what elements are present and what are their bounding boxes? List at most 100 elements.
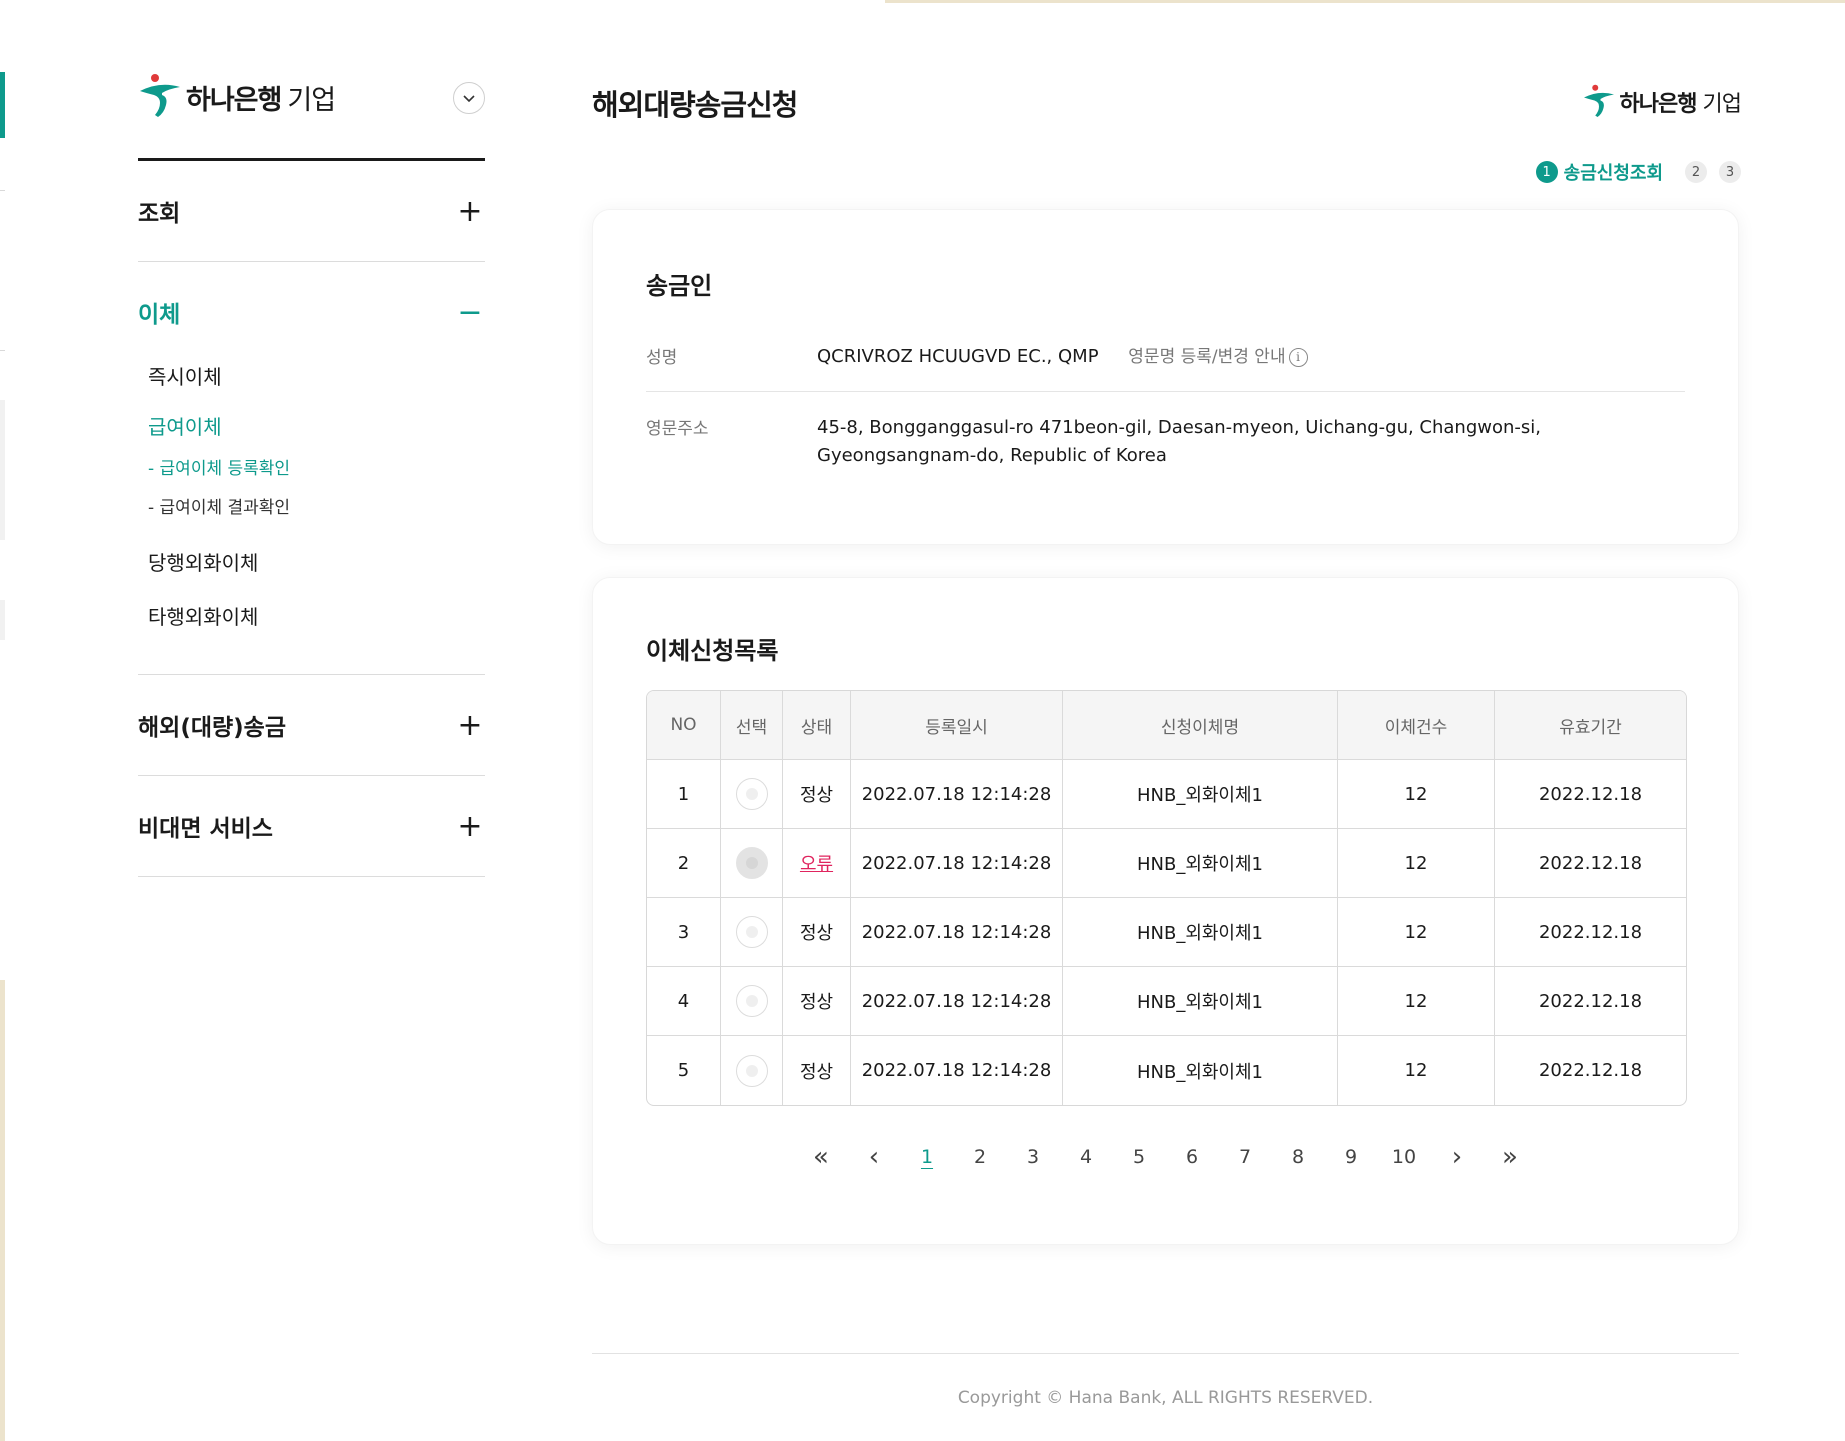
table-row: 4 정상 2022.07.18 12:14:28 HNB_외화이체1 12 20… — [647, 967, 1686, 1036]
edge-decoration — [0, 400, 5, 540]
sender-address-line1: 45-8, Bongganggasul-ro 471beon-gil, Daes… — [817, 417, 1541, 438]
row-count: 12 — [1338, 1036, 1495, 1105]
row-count: 12 — [1338, 760, 1495, 829]
table-row: 5 정상 2022.07.18 12:14:28 HNB_외화이체1 12 20… — [647, 1036, 1686, 1105]
last-page-icon[interactable]: » — [1484, 1142, 1537, 1172]
menu-header-overseas[interactable]: 해외(대량)송금 + — [138, 675, 485, 775]
brand-name: 하나은행 — [1619, 92, 1698, 117]
menu-label: 이체 — [138, 302, 181, 328]
submenu-item-payroll-registration[interactable]: - 급여이체 등록확인 — [148, 450, 485, 489]
page-link-current[interactable]: 1 — [901, 1146, 954, 1168]
row-number: 5 — [647, 1036, 721, 1105]
first-page-icon[interactable]: « — [795, 1142, 848, 1172]
info-icon: i — [1288, 347, 1308, 367]
edge-decoration — [0, 600, 5, 640]
row-count: 12 — [1338, 898, 1495, 967]
row-number: 4 — [647, 967, 721, 1036]
page-link[interactable]: 8 — [1272, 1146, 1325, 1168]
row-transfer-name: HNB_외화이체1 — [1063, 760, 1338, 829]
row-valid-until: 2022.12.18 — [1495, 760, 1686, 829]
table-row: 3 정상 2022.07.18 12:14:28 HNB_외화이체1 12 20… — [647, 898, 1686, 967]
footer-divider — [592, 1353, 1739, 1354]
edge-decoration — [885, 0, 1845, 3]
menu-header-contactless[interactable]: 비대면 서비스 + — [138, 776, 485, 876]
sender-name-row: 성명 QCRIVROZ HCUUGVD EC., QMP 영문명 등록/변경 안… — [646, 343, 1685, 371]
menu-toggle-button[interactable] — [453, 82, 485, 114]
transfer-list-card: 이체신청목록 NO 선택 상태 등록일시 신청이체명 이체건수 유효기간 1 정… — [592, 577, 1739, 1245]
page-link[interactable]: 7 — [1219, 1146, 1272, 1168]
row-count: 12 — [1338, 829, 1495, 898]
row-number: 1 — [647, 760, 721, 829]
page-link[interactable]: 2 — [954, 1146, 1007, 1168]
page-link[interactable]: 5 — [1113, 1146, 1166, 1168]
select-radio[interactable] — [735, 1054, 768, 1087]
submenu-item-internal-fx[interactable]: 당행외화이체 — [148, 536, 485, 590]
sender-name-label: 성명 — [646, 348, 678, 368]
copyright-text: Copyright © Hana Bank, ALL RIGHTS RESERV… — [957, 1388, 1374, 1408]
row-status: 정상 — [783, 967, 851, 1036]
sidebar: 하나은행 기업 조회 + 이체 − 즉시이체 급여이체 - 급여이체 등록확인 -… — [138, 70, 485, 877]
row-status: 정상 — [783, 898, 851, 967]
row-valid-until: 2022.12.18 — [1495, 829, 1686, 898]
row-status: 정상 — [783, 1036, 851, 1105]
row-status: 정상 — [783, 760, 851, 829]
prev-page-icon[interactable]: ‹ — [848, 1142, 901, 1172]
edge-decoration — [0, 72, 5, 138]
row-transfer-name: HNB_외화이체1 — [1063, 829, 1338, 898]
column-header: NO — [647, 691, 721, 760]
hana-logo-icon — [140, 74, 180, 117]
sender-address-line2: Gyeongsangnam-do, Republic of Korea — [817, 445, 1167, 466]
submenu-transfer: 즉시이체 급여이체 - 급여이체 등록확인 - 급여이체 결과확인 당행외화이체… — [138, 350, 485, 674]
row-valid-until: 2022.12.18 — [1495, 898, 1686, 967]
table-header-row: NO 선택 상태 등록일시 신청이체명 이체건수 유효기간 — [647, 691, 1686, 760]
page-title: 해외대량송금신청 — [592, 88, 798, 122]
row-count: 12 — [1338, 967, 1495, 1036]
sender-card: 송금인 성명 QCRIVROZ HCUUGVD EC., QMP 영문명 등록/… — [592, 209, 1739, 545]
sender-name-value: QCRIVROZ HCUUGVD EC., QMP — [817, 346, 1099, 367]
sender-address-label: 영문주소 — [646, 419, 709, 439]
page-link[interactable]: 4 — [1060, 1146, 1113, 1168]
column-header: 이체건수 — [1338, 691, 1495, 760]
row-valid-until: 2022.12.18 — [1495, 967, 1686, 1036]
plus-icon: + — [457, 707, 483, 743]
select-radio[interactable] — [735, 985, 768, 1017]
select-radio[interactable] — [735, 916, 768, 948]
menu-section-inquiry: 조회 + — [138, 161, 485, 262]
row-status-error-link[interactable]: 오류 — [800, 854, 833, 875]
select-radio[interactable] — [735, 778, 768, 810]
submenu-item-instant-transfer[interactable]: 즉시이체 — [148, 350, 485, 404]
pagination: « ‹ 1 2 3 4 5 6 7 8 9 10 › » — [593, 1142, 1738, 1172]
row-registered: 2022.07.18 12:14:28 — [851, 829, 1063, 898]
column-header: 상태 — [783, 691, 851, 760]
brand-suffix: 기업 — [287, 84, 336, 116]
step-number: 2 — [1685, 161, 1707, 183]
step-indicator: 1 송금신청조회 2 3 — [1535, 159, 1741, 185]
page-link[interactable]: 10 — [1378, 1146, 1431, 1168]
page-link[interactable]: 9 — [1325, 1146, 1378, 1168]
english-name-guide-label: 영문명 등록/변경 안내 — [1128, 347, 1286, 367]
row-valid-until: 2022.12.18 — [1538, 1060, 1643, 1081]
row-registered: 2022.07.18 12:14:28 — [851, 760, 1063, 829]
submenu-item-external-fx[interactable]: 타행외화이체 — [148, 590, 485, 644]
row-transfer-name: HNB_외화이체1 — [1063, 967, 1338, 1036]
step-number: 3 — [1719, 161, 1741, 183]
step-current-number: 1 — [1535, 161, 1558, 183]
header-brand-logo: 하나은행 기업 — [1582, 84, 1742, 120]
edge-decoration — [0, 980, 5, 1441]
brand-name: 하나은행 — [186, 84, 282, 116]
row-transfer-name: HNB_외화이체1 — [1063, 1036, 1338, 1105]
menu-header-transfer[interactable]: 이체 − — [138, 262, 485, 362]
next-page-icon[interactable]: › — [1431, 1142, 1484, 1172]
row-number: 2 — [647, 829, 721, 898]
table-row: 2 오류 2022.07.18 12:14:28 HNB_외화이체1 12 20… — [647, 829, 1686, 898]
edge-divider — [0, 190, 5, 191]
submenu-item-payroll-result[interactable]: - 급여이체 결과확인 — [148, 489, 485, 528]
english-name-guide-link[interactable]: 영문명 등록/변경 안내 i — [1128, 343, 1308, 371]
page-link[interactable]: 6 — [1166, 1146, 1219, 1168]
table-row: 1 정상 2022.07.18 12:14:28 HNB_외화이체1 12 20… — [647, 760, 1686, 829]
menu-header-inquiry[interactable]: 조회 + — [138, 161, 485, 261]
page-link[interactable]: 3 — [1007, 1146, 1060, 1168]
column-header: 등록일시 — [851, 691, 1063, 760]
sidebar-logo[interactable]: 하나은행 기업 — [138, 70, 485, 124]
submenu-item-payroll-transfer[interactable]: 급여이체 — [148, 404, 485, 450]
